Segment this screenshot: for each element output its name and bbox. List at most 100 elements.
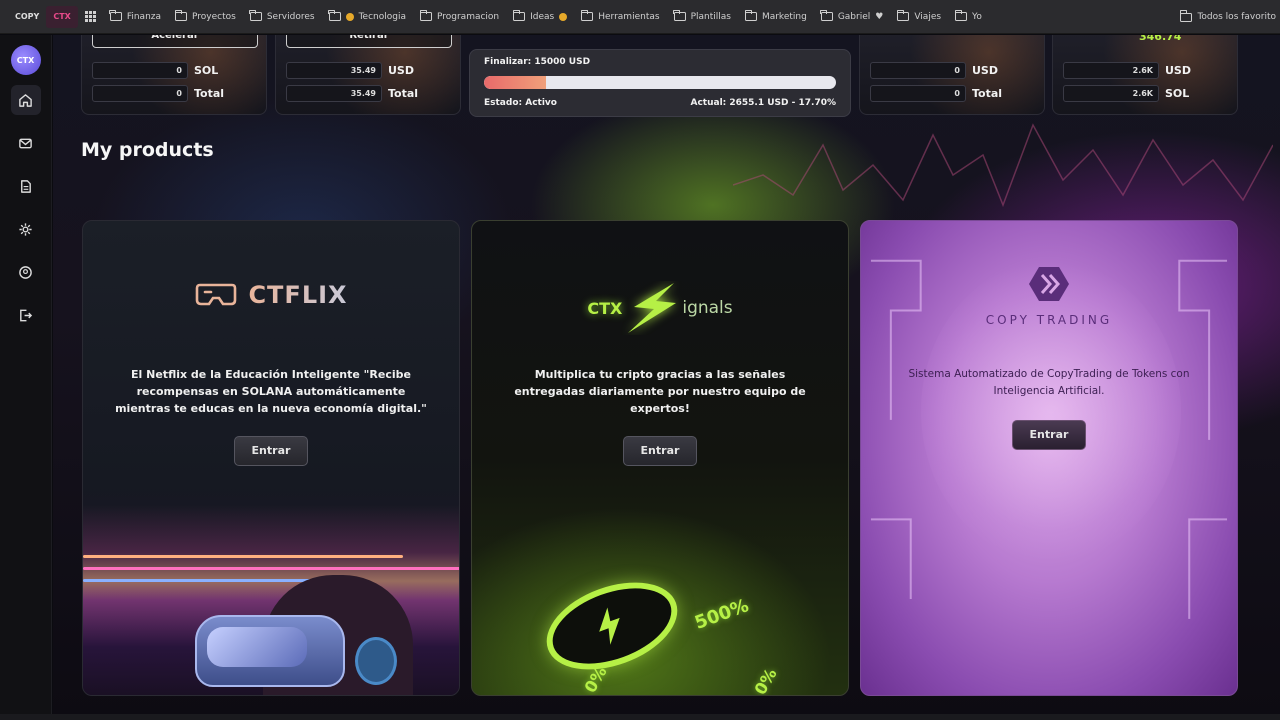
ctx-signals-hero-art: 500% 0% 0%	[472, 495, 848, 695]
mail-icon	[19, 138, 32, 148]
bookmark-label: Tecnologia	[358, 11, 406, 22]
vr-headset-earcup	[355, 637, 397, 685]
total-unit: Total	[972, 87, 1003, 100]
folder-icon	[580, 9, 594, 21]
bookmark-folder-tecnologia[interactable]: Tecnologia	[322, 6, 413, 28]
folder-icon	[419, 9, 432, 21]
all-bookmarks[interactable]: Todos los favorito	[1173, 6, 1280, 28]
bookmark-folder-herramientas[interactable]: Herramientas	[574, 6, 666, 28]
sidebar-item-settings[interactable]	[11, 214, 41, 244]
bookmark-folder-viajes[interactable]: Viajes	[890, 6, 948, 28]
lightning-coin-image	[534, 566, 690, 686]
bookmark-label: Programacion	[436, 11, 500, 22]
sidebar-item-logout[interactable]	[11, 300, 41, 330]
bookmark-folder-plantillas[interactable]: Plantillas	[667, 6, 738, 28]
bookmark-label: Plantillas	[690, 11, 731, 22]
sol-value: 2.6K	[1063, 85, 1159, 102]
bookmark-folder-marketing[interactable]: Marketing	[738, 6, 814, 28]
ctx-signals-enter-button[interactable]: Entrar	[623, 436, 697, 466]
stat-card-accelerate: Acelerar 0 SOL 0 Total	[81, 35, 267, 115]
background-trend-line	[733, 123, 1273, 208]
copy-trading-brand: COPY TRADING	[985, 313, 1113, 327]
vr-headset-visor	[207, 627, 307, 667]
total-value: 35.49	[286, 85, 382, 102]
bottom-edge	[0, 714, 1280, 720]
bookmark-folder-servidores[interactable]: Servidores	[243, 6, 322, 28]
ctx-signals-logo: CTX ignals	[472, 281, 848, 335]
bookmark-folder-finanza[interactable]: Finanza	[103, 6, 168, 28]
bookmark-folder-proyectos[interactable]: Proyectos	[168, 6, 243, 28]
vr-goggles-icon	[196, 283, 237, 306]
bookmark-copy-label: COPY	[15, 12, 40, 21]
copy-trading-enter-button[interactable]: Entrar	[1012, 420, 1086, 450]
ctx-signals-description: Multiplica tu cripto gracias a las señal…	[514, 368, 806, 415]
goal-actual: Actual: 2655.1 USD - 17.70%	[690, 98, 836, 108]
stat-row-usd: 0 USD	[870, 62, 998, 79]
ctflix-hero-art	[83, 505, 459, 695]
lightning-bolt-icon	[599, 607, 620, 645]
bookmark-folder-ideas[interactable]: Ideas	[506, 6, 574, 28]
user-circle-icon	[19, 265, 32, 279]
bookmark-label: Marketing	[761, 11, 807, 22]
apps-grid-icon	[84, 11, 96, 22]
apps-grid[interactable]	[78, 6, 103, 28]
bookmarks-bar: COPY CTX Finanza Proyectos Servidores Te…	[0, 0, 1280, 34]
vr-headset-image	[195, 615, 345, 687]
ctflix-enter-button[interactable]: Entrar	[234, 436, 308, 466]
lightning-s-icon	[628, 283, 677, 333]
accelerate-button[interactable]: Acelerar	[92, 35, 258, 48]
total-unit: Total	[388, 87, 419, 100]
bookmark-label: Viajes	[914, 11, 942, 22]
usd-unit: USD	[388, 64, 414, 77]
lightbulb-icon	[559, 12, 568, 21]
goal-progress-fill	[484, 76, 547, 89]
bookmark-label: Herramientas	[598, 11, 660, 22]
sol-unit: SOL	[1165, 87, 1190, 100]
bookmark-label: Proyectos	[192, 11, 236, 22]
product-card-ctx-signals[interactable]: CTX ignals Multiplica tu cripto gracias …	[471, 220, 849, 696]
copy-trading-hex-icon	[1029, 267, 1069, 301]
main-content: Acelerar 0 SOL 0 Total Retirar 35.49 USD 35…	[53, 35, 1280, 720]
bookmark-ctx-label: CTX	[53, 12, 71, 21]
stat-card-5: 346.74 2.6K USD 2.6K SOL	[1052, 35, 1238, 115]
folder-icon	[512, 9, 526, 21]
stat-row-total: 0 Total	[870, 85, 1002, 102]
withdraw-button[interactable]: Retirar	[286, 35, 452, 48]
document-icon	[21, 179, 31, 193]
ctx-signals-brand-signals: ignals	[682, 298, 733, 318]
sidebar-item-home[interactable]	[10, 85, 41, 115]
sidebar-item-profile[interactable]	[11, 257, 41, 287]
folder-icon	[744, 9, 757, 21]
goal-state: Estado: Activo	[484, 98, 557, 108]
total-value: 0	[870, 85, 966, 102]
product-card-copy-trading[interactable]: COPY TRADING Sistema Automatizado de Cop…	[860, 220, 1238, 696]
stat-row-usd: 2.6K USD	[1063, 62, 1191, 79]
total-unit: Total	[194, 87, 225, 100]
bookmark-folder-gabriel[interactable]: Gabriel ♥	[814, 6, 891, 28]
copy-trading-description: Sistema Automatizado de CopyTrading de T…	[908, 368, 1190, 397]
stat-card-4: 0 USD 0 Total	[859, 35, 1045, 115]
folder-icon	[673, 9, 686, 21]
app-logo[interactable]: CTX	[10, 45, 41, 75]
brain-glow-image	[921, 261, 1181, 561]
stat-card-withdraw: Retirar 35.49 USD 35.49 Total	[275, 35, 461, 115]
product-card-ctflix[interactable]: CTFLIX El Netflix de la Educación Inteli…	[82, 220, 460, 696]
section-title: My products	[81, 139, 214, 161]
bookmark-folder-yo[interactable]: Yo	[948, 6, 989, 28]
bookmark-label: Yo	[972, 11, 982, 22]
stat-top-value: 346.74	[1139, 35, 1182, 43]
bookmark-folder-programacion[interactable]: Programacion	[413, 6, 506, 28]
sidebar-item-mail[interactable]	[11, 128, 41, 158]
copy-trading-logo	[861, 265, 1237, 303]
stat-row-usd: 35.49 USD	[286, 62, 414, 79]
all-bookmarks-label: Todos los favorito	[1197, 12, 1276, 22]
bookmark-copy[interactable]: COPY	[8, 6, 46, 28]
folder-icon	[820, 9, 833, 21]
total-value: 0	[92, 85, 188, 102]
usd-unit: USD	[1165, 64, 1191, 77]
sidebar-item-documents[interactable]	[11, 171, 41, 201]
bookmark-ctx[interactable]: CTX	[46, 5, 78, 28]
stat-row-total: 35.49 Total	[286, 85, 418, 102]
folder-icon	[954, 9, 968, 21]
folder-icon	[109, 9, 122, 21]
